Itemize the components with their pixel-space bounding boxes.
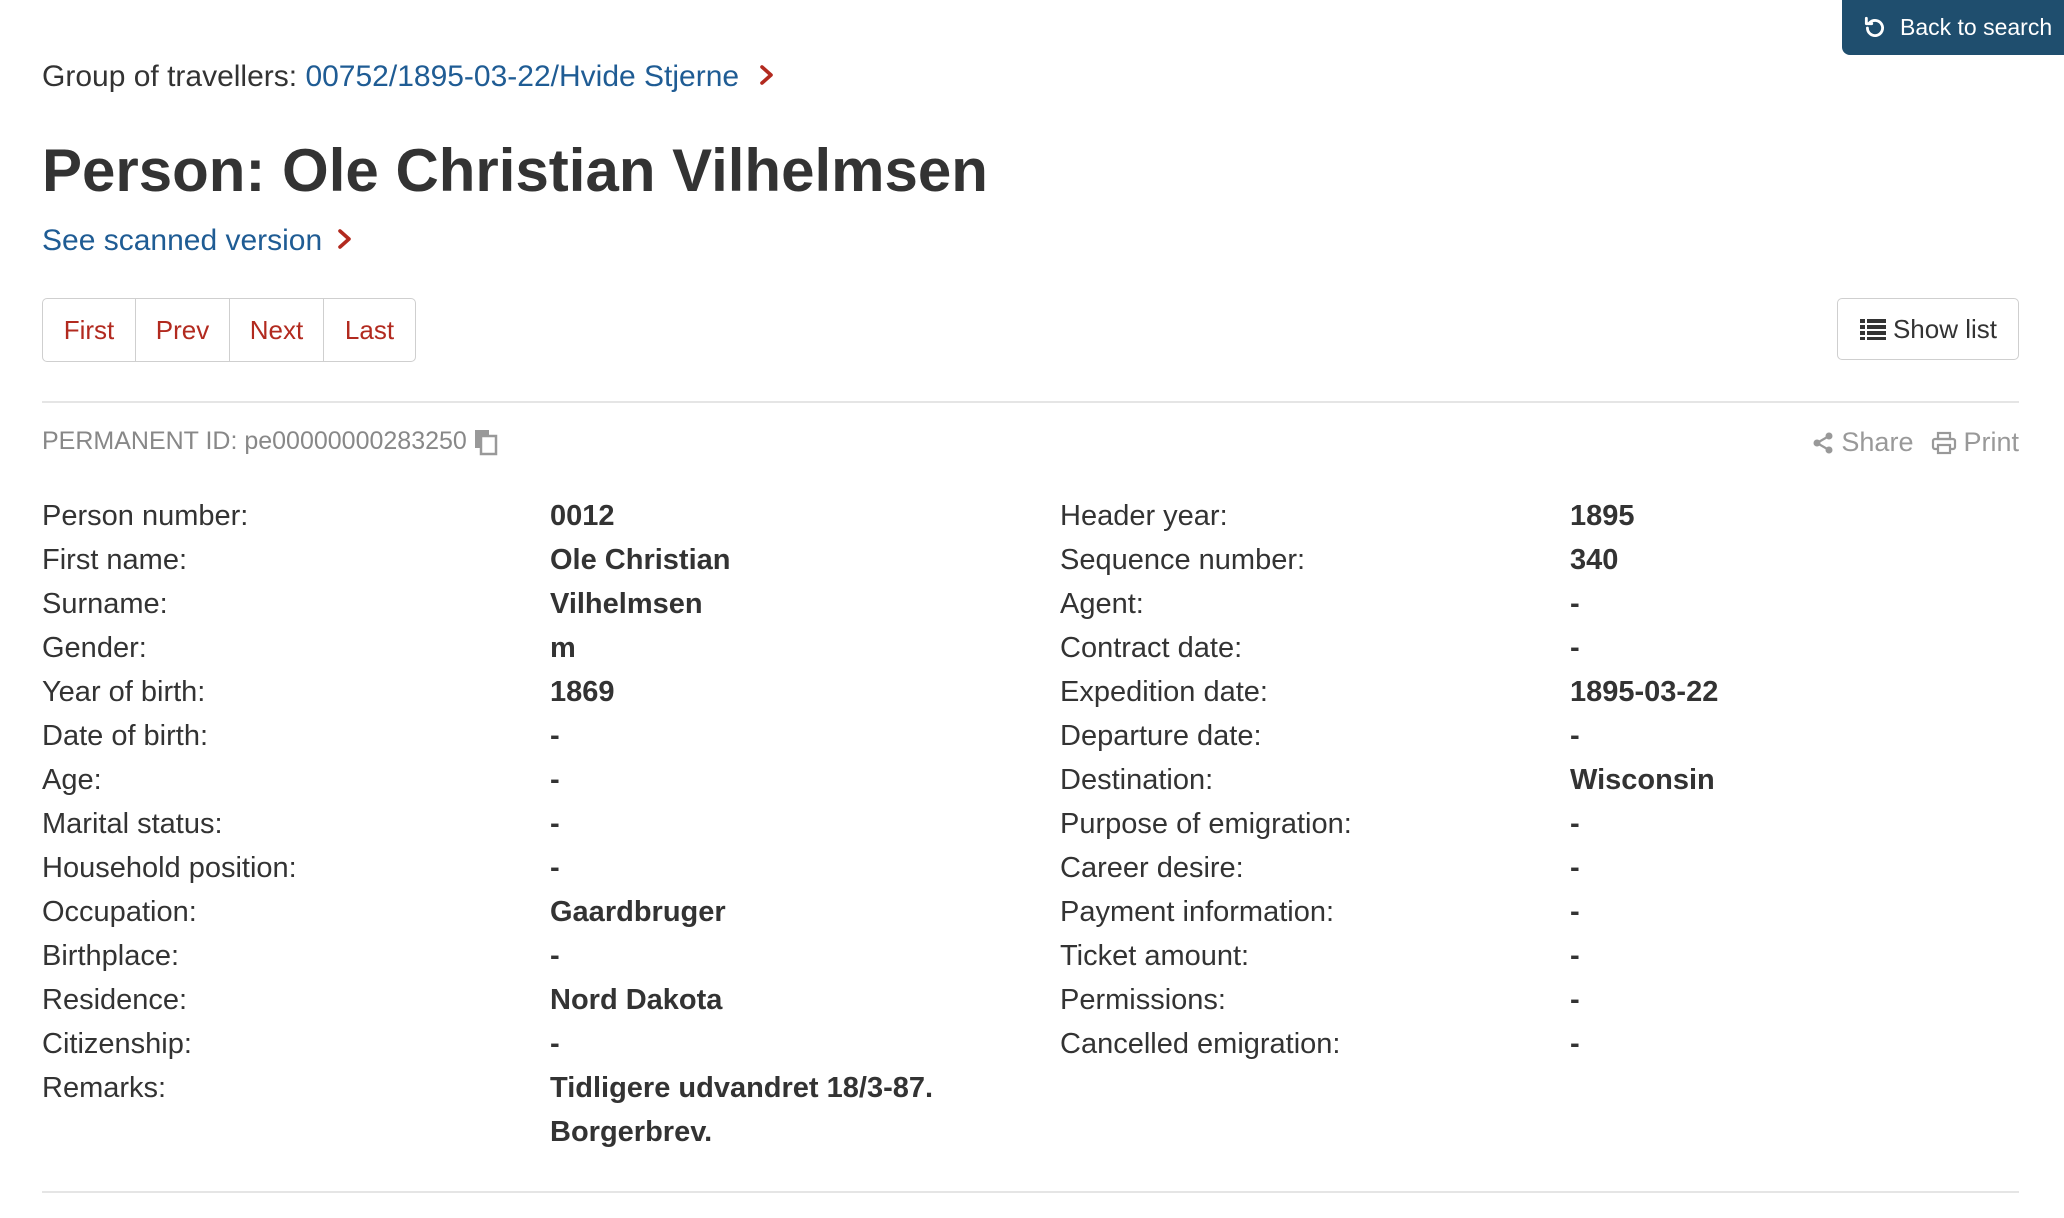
field-label: Residence: — [42, 984, 188, 1016]
field-label: Birthplace: — [42, 940, 180, 972]
field-value: 340 — [1570, 544, 1619, 576]
field-value: Nord Dakota — [550, 984, 723, 1016]
share-button[interactable]: Share — [1811, 427, 1913, 458]
field-value: - — [1570, 1028, 1580, 1060]
chevron-right-icon — [337, 224, 353, 257]
field-label: Occupation: — [42, 896, 197, 928]
field-value: - — [1570, 632, 1580, 664]
record-actions: Share Print — [1793, 427, 2019, 458]
field-label: Marital status: — [42, 808, 223, 840]
field-label: Person number: — [42, 500, 249, 532]
field-label: Career desire: — [1060, 852, 1244, 884]
field-label: Sequence number: — [1060, 544, 1306, 576]
show-list-label: Show list — [1892, 313, 1998, 344]
prev-button[interactable]: Prev — [136, 299, 230, 361]
field-label: Citizenship: — [42, 1028, 192, 1060]
field-label: Cancelled emigration: — [1060, 1028, 1341, 1060]
field-value: - — [1570, 984, 1580, 1016]
field-label: First name: — [42, 544, 188, 576]
field-value: 0012 — [550, 500, 615, 532]
field-value: - — [550, 940, 560, 972]
group-link[interactable]: 00752/1895-03-22/Hvide Stjerne — [305, 60, 739, 93]
field-value: - — [1570, 896, 1580, 928]
field-value: - — [550, 1028, 560, 1060]
field-label: Agent: — [1060, 588, 1144, 620]
pagination: First Prev Next Last — [42, 298, 416, 362]
show-list-button[interactable]: Show list — [1837, 298, 2019, 360]
field-label: Purpose of emigration: — [1060, 808, 1352, 840]
last-button[interactable]: Last — [324, 299, 415, 361]
field-label: Year of birth: — [42, 676, 206, 708]
copy-icon[interactable] — [473, 428, 499, 456]
divider — [42, 1191, 2019, 1193]
field-label: Remarks: — [42, 1072, 167, 1104]
back-to-search-button[interactable]: Back to search — [1842, 0, 2064, 55]
field-value: - — [550, 764, 560, 796]
field-value: Tidligere udvandret 18/3-87. — [550, 1072, 934, 1104]
field-value: - — [1570, 808, 1580, 840]
print-label: Print — [1963, 427, 2019, 457]
field-label: Payment information: — [1060, 896, 1335, 928]
field-label: Gender: — [42, 632, 147, 664]
group-of-travellers: Group of travellers: 00752/1895-03-22/Hv… — [42, 60, 775, 94]
field-value: - — [1570, 940, 1580, 972]
field-value: - — [1570, 720, 1580, 752]
share-label: Share — [1841, 427, 1914, 457]
divider — [42, 401, 2019, 403]
field-value: - — [550, 720, 560, 752]
scan-link-label: See scanned version — [42, 224, 323, 257]
field-value: Ole Christian — [550, 544, 731, 576]
field-value: - — [1570, 588, 1580, 620]
field-label: Departure date: — [1060, 720, 1262, 752]
field-label: Destination: — [1060, 764, 1214, 796]
undo-icon — [1864, 16, 1884, 37]
next-button[interactable]: Next — [230, 299, 324, 361]
field-label: Contract date: — [1060, 632, 1243, 664]
field-label: Surname: — [42, 588, 168, 620]
field-value: 1869 — [550, 676, 615, 708]
list-icon — [1859, 319, 1886, 340]
field-value: 1895-03-22 — [1570, 676, 1719, 708]
field-label: Age: — [42, 764, 102, 796]
field-value: - — [1570, 852, 1580, 884]
field-label: Header year: — [1060, 500, 1228, 532]
permanent-id: PERMANENT ID: pe00000000283250 — [42, 427, 499, 456]
page-title: Person: Ole Christian Vilhelmsen — [42, 137, 988, 204]
field-label: Household position: — [42, 852, 297, 884]
field-value: m — [550, 632, 576, 664]
print-icon — [1932, 431, 1957, 454]
field-label: Permissions: — [1060, 984, 1226, 1016]
field-label: Ticket amount: — [1060, 940, 1250, 972]
group-label: Group of travellers: — [42, 60, 306, 93]
see-scanned-version-link[interactable]: See scanned version — [42, 224, 353, 258]
first-button[interactable]: First — [43, 299, 136, 361]
field-label: Expedition date: — [1060, 676, 1268, 708]
permanent-id-text: PERMANENT ID: pe00000000283250 — [42, 427, 467, 455]
field-label: Date of birth: — [42, 720, 209, 752]
field-value: - — [550, 808, 560, 840]
chevron-right-icon — [751, 60, 775, 93]
share-icon — [1813, 432, 1833, 453]
field-value-continued: Borgerbrev. — [550, 1116, 713, 1148]
field-value: Gaardbruger — [550, 896, 726, 928]
field-value: - — [550, 852, 560, 884]
field-value: 1895 — [1570, 500, 1635, 532]
back-to-search-label: Back to search — [1900, 14, 2053, 40]
field-value: Wisconsin — [1570, 764, 1715, 796]
field-value: Vilhelmsen — [550, 588, 703, 620]
print-button[interactable]: Print — [1931, 427, 2019, 458]
